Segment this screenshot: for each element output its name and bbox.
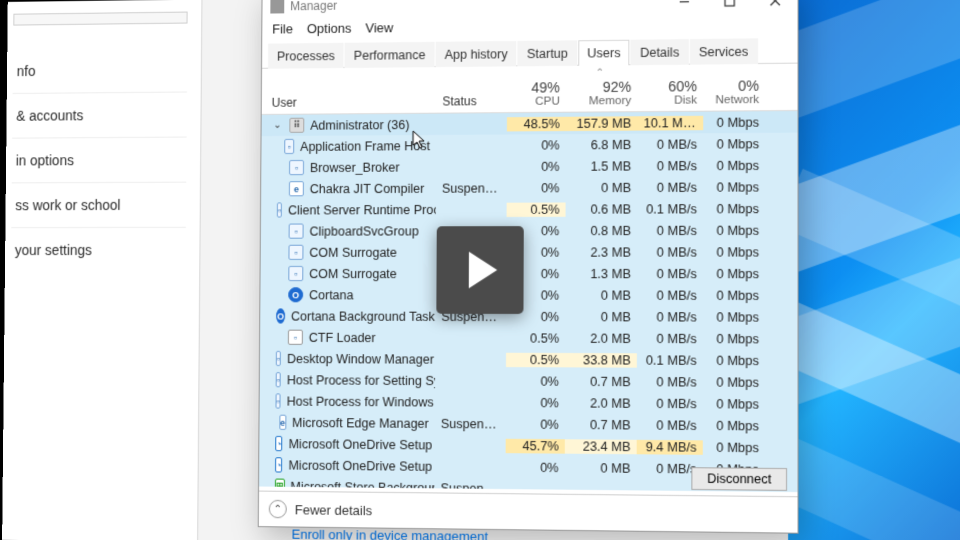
process-icon: O	[288, 287, 303, 302]
sidebar-item[interactable]: in options	[6, 138, 193, 183]
process-row[interactable]: OCortanaSuspended0%0 MB0 MB/s0 Mbps	[260, 284, 797, 306]
process-row[interactable]: ▫Browser_Broker0%1.5 MB0 MB/s0 Mbps	[261, 154, 797, 178]
process-icon: ▫	[276, 351, 281, 366]
process-row[interactable]: ▫COM Surrogate0%1.3 MB0 MB/s0 Mbps	[260, 263, 797, 285]
process-name: Host Process for Setting Sy...	[287, 373, 435, 388]
col-status[interactable]: Status	[436, 90, 507, 113]
disconnect-button[interactable]: Disconnect	[692, 467, 788, 491]
process-name: Desktop Window Manager	[287, 351, 434, 366]
process-icon: ▫	[288, 266, 303, 281]
tab-startup[interactable]: Startup	[518, 40, 577, 66]
minimize-button[interactable]	[661, 0, 706, 15]
process-icon: ▫	[288, 245, 303, 260]
process-icon: ◔	[275, 457, 283, 472]
fewer-details-label: Fewer details	[295, 502, 373, 518]
sidebar-item[interactable]: ss work or school	[5, 183, 192, 228]
tab-users[interactable]: Users	[578, 40, 630, 66]
process-rows: ⌄⠿Administrator (36)48.5%157.9 MB10.1 MB…	[259, 111, 797, 492]
process-name: Microsoft OneDrive Setup ...	[289, 437, 435, 453]
col-cpu[interactable]: 49%CPU	[507, 75, 566, 112]
process-name: Application Frame Host	[300, 139, 430, 154]
col-disk[interactable]: 60%Disk	[637, 74, 703, 111]
video-play-overlay[interactable]	[436, 226, 523, 314]
menu-file[interactable]: File	[272, 21, 293, 36]
task-manager-window: Manager File Options View ProcessesPerform…	[258, 0, 799, 534]
app-icon	[270, 0, 284, 14]
process-row[interactable]: ▫Desktop Window Manager0.5%33.8 MB0.1 MB…	[260, 348, 798, 372]
process-icon: ▫	[289, 224, 304, 239]
desktop-wallpaper	[788, 0, 960, 540]
user-name: Administrator (36)	[310, 117, 409, 132]
col-user[interactable]: User	[262, 90, 437, 114]
enroll-link[interactable]: Enroll only in device management	[292, 527, 489, 540]
process-row[interactable]: ▫CTF Loader0.5%2.0 MB0 MB/s0 Mbps	[260, 327, 797, 350]
sidebar-header-box	[13, 12, 187, 26]
process-row[interactable]: ▫Host Process for Setting Sy...0%0.7 MB0…	[260, 369, 798, 393]
tab-details[interactable]: Details	[631, 39, 689, 65]
sidebar-item[interactable]: your settings	[5, 228, 192, 272]
tab-services[interactable]: Services	[690, 38, 758, 64]
process-name: Client Server Runtime Proc...	[288, 202, 436, 217]
chevron-up-icon: ⌃	[269, 500, 287, 518]
process-name: Cortana Background Task ...	[291, 309, 435, 324]
sidebar-item[interactable]: nfo	[7, 47, 193, 93]
sort-indicator-icon: ⌃	[596, 68, 605, 79]
settings-sidebar: nfo& accountsin optionsss work or school…	[2, 0, 202, 540]
close-button[interactable]	[752, 0, 798, 14]
maximize-button[interactable]	[706, 0, 751, 14]
process-icon: ▫	[289, 160, 304, 175]
column-headers[interactable]: ⌃ User Status 49%CPU 92%Memory 60%Disk 0…	[262, 64, 798, 115]
window-title: Manager	[290, 0, 337, 13]
tab-processes[interactable]: Processes	[268, 43, 344, 69]
process-icon: ◔	[275, 436, 283, 451]
process-name: Microsoft Edge Manager	[292, 415, 429, 430]
process-name: Cortana	[309, 288, 354, 302]
menu-options[interactable]: Options	[307, 21, 352, 37]
menu-view[interactable]: View	[365, 20, 393, 35]
col-network[interactable]: 0%Network	[703, 73, 765, 110]
process-icon: ▫	[276, 372, 281, 387]
tab-app-history[interactable]: App history	[435, 41, 516, 67]
process-icon: e	[289, 181, 304, 196]
process-icon: ▫	[284, 139, 294, 154]
process-name: CTF Loader	[309, 330, 376, 344]
process-row[interactable]: ▫Application Frame Host0%6.8 MB0 MB/s0 M…	[261, 133, 797, 158]
process-name: Microsoft OneDrive Setup ...	[288, 458, 434, 474]
process-icon: ▫	[275, 393, 280, 408]
process-icon: O	[276, 308, 285, 323]
tab-performance[interactable]: Performance	[345, 42, 435, 68]
process-name: COM Surrogate	[309, 245, 397, 259]
process-row[interactable]: ▫Client Server Runtime Proc...0.5%0.6 MB…	[261, 198, 798, 221]
user-icon: ⠿	[289, 118, 304, 133]
process-row[interactable]: ▫ClipboardSvcGroup0%0.8 MB0 MB/s0 Mbps	[261, 219, 798, 241]
process-row[interactable]: eChakra JIT CompilerSuspended0%0 MB0 MB/…	[261, 176, 797, 199]
process-row[interactable]: OCortana Background Task ...Suspended0%0…	[260, 305, 797, 328]
process-icon: ▫	[288, 330, 303, 345]
expand-icon[interactable]: ⌄	[271, 120, 283, 131]
process-row[interactable]: ▫COM Surrogate0%2.3 MB0 MB/s0 Mbps	[261, 241, 798, 263]
process-name: Chakra JIT Compiler	[310, 181, 425, 196]
sidebar-item[interactable]: & accounts	[6, 92, 192, 137]
col-memory[interactable]: 92%Memory	[566, 74, 638, 111]
process-icon: e	[279, 415, 286, 430]
process-name: ClipboardSvcGroup	[309, 224, 418, 238]
process-name: Host Process for Windows ...	[287, 394, 435, 409]
process-icon: ▫	[277, 202, 282, 217]
play-icon	[469, 252, 498, 289]
process-name: COM Surrogate	[309, 266, 397, 280]
process-name: Browser_Broker	[310, 160, 400, 175]
